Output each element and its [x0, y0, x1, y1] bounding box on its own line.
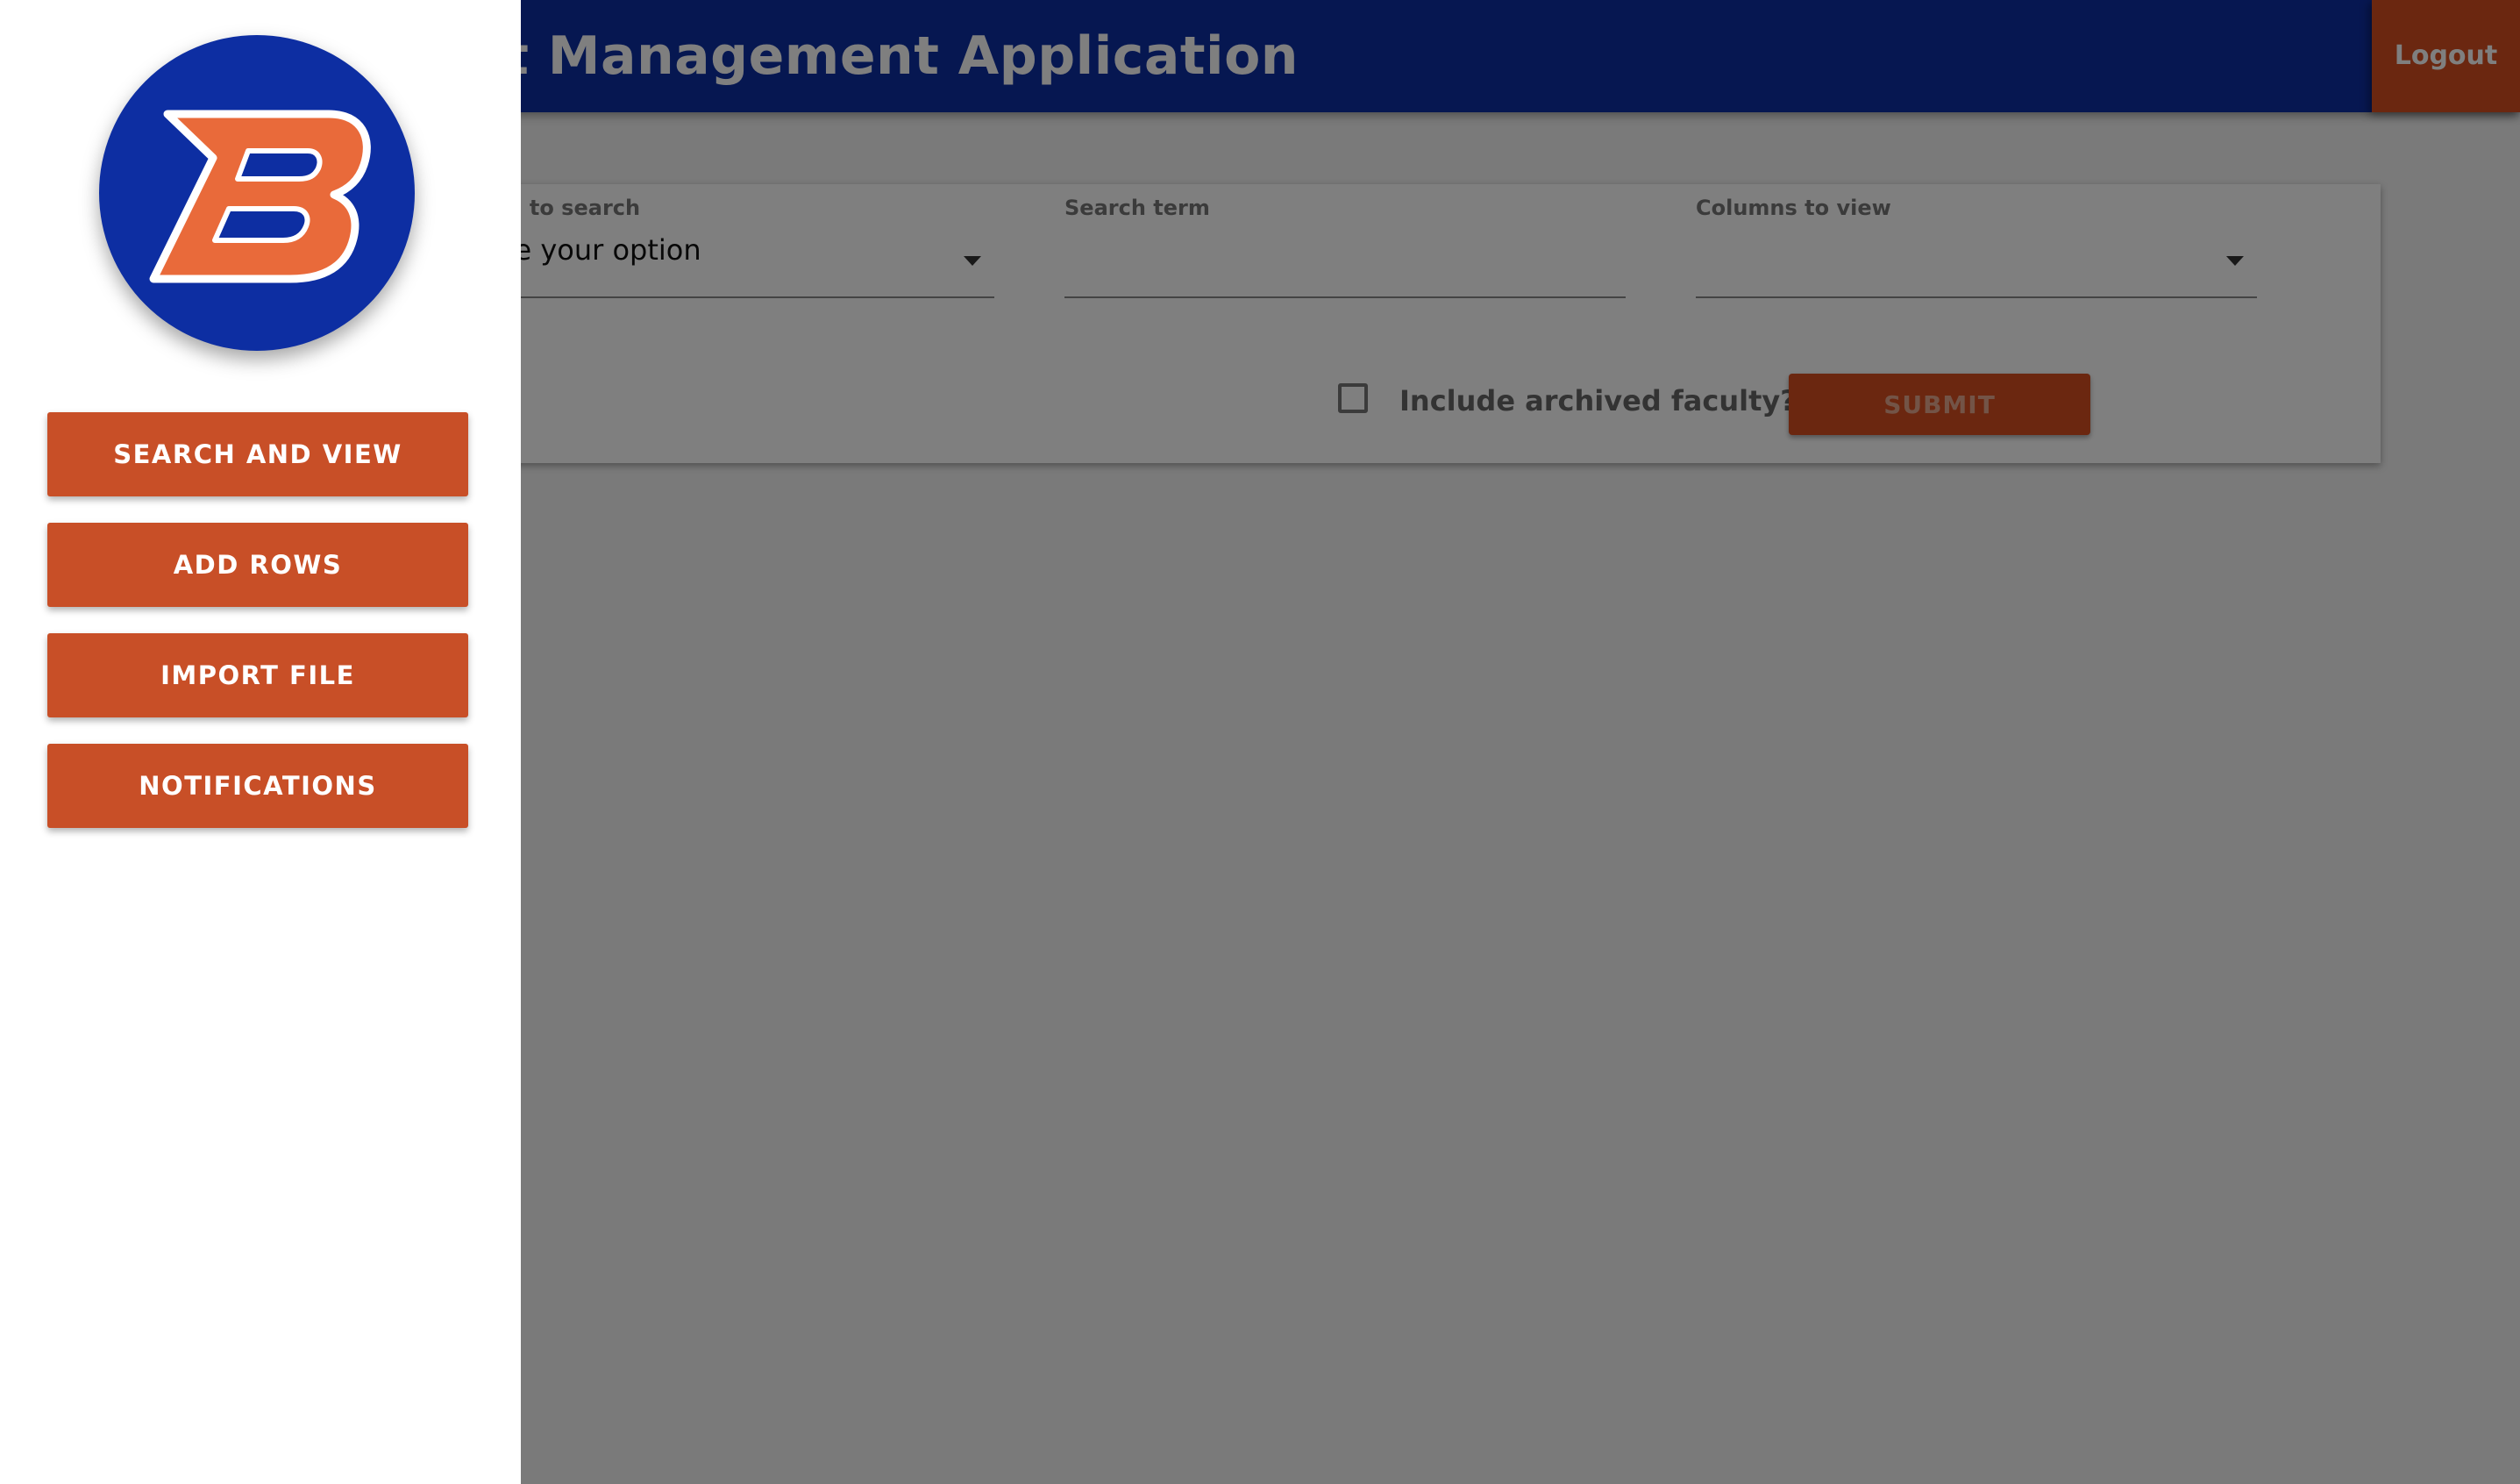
b-logo-icon [99, 35, 415, 351]
nav-search-and-view-button[interactable]: SEARCH AND VIEW [47, 412, 468, 496]
nav-import-file-button[interactable]: IMPORT FILE [47, 633, 468, 717]
app-root: Faculty Contact Management Application L… [0, 0, 2520, 1484]
b-logo-svg [149, 110, 371, 283]
nav-add-rows-button[interactable]: ADD ROWS [47, 523, 468, 607]
side-drawer: SEARCH AND VIEW ADD ROWS IMPORT FILE NOT… [0, 0, 521, 1484]
nav-notifications-button[interactable]: NOTIFICATIONS [47, 744, 468, 828]
